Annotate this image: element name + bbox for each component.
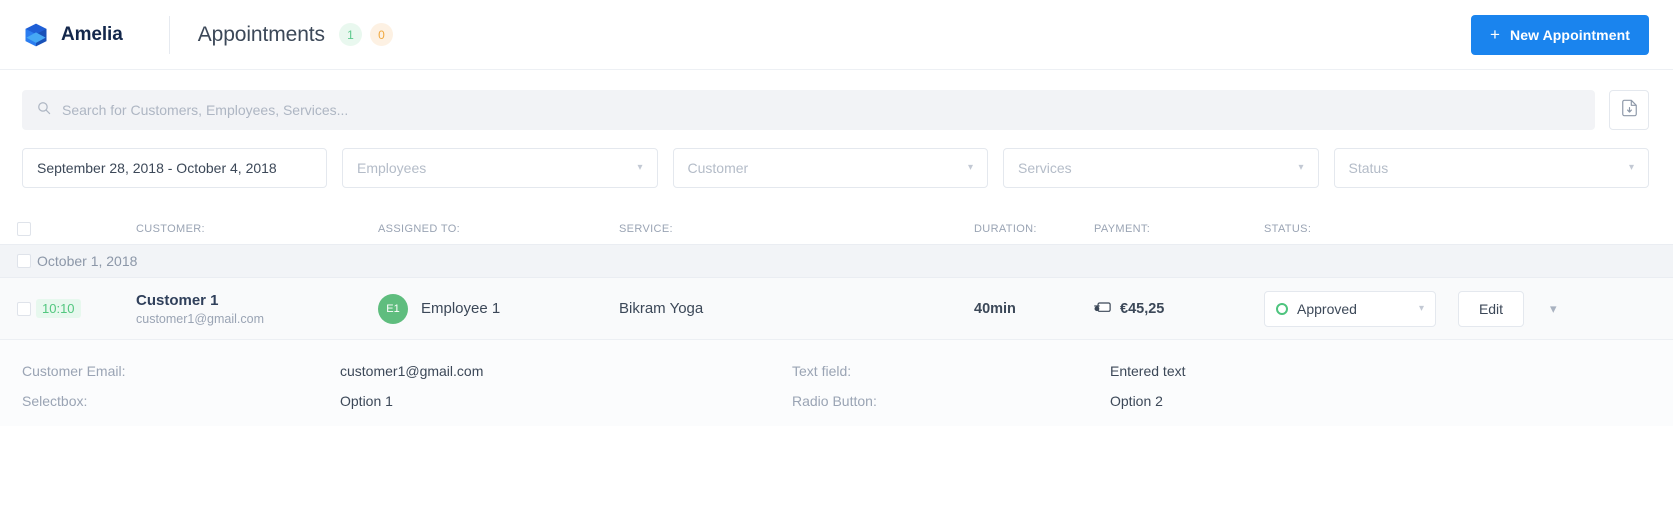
badge-approved-count: 1: [338, 23, 362, 46]
select-all-cell: [0, 222, 36, 236]
header-status: STATUS:: [1264, 223, 1312, 235]
table-header-row: CUSTOMER: ASSIGNED TO: SERVICE: DURATION…: [0, 214, 1673, 244]
filter-status[interactable]: Status ▾: [1333, 148, 1649, 188]
page-title: Appointments: [197, 22, 325, 46]
customer-name: Customer 1: [136, 291, 219, 309]
filter-employees[interactable]: Employees ▾: [342, 148, 658, 188]
row-time-cell: 10:10: [36, 299, 136, 318]
status-dropdown[interactable]: Approved ▾: [1264, 290, 1436, 327]
header-duration: DURATION:: [974, 223, 1037, 235]
header-service: SERVICE:: [619, 223, 673, 235]
text-field-value: Entered text: [1110, 363, 1186, 379]
row-collapse-chevron-down-icon[interactable]: ▾: [1550, 302, 1557, 315]
date-group-row: October 1, 2018: [0, 244, 1673, 278]
filter-date-range-value: September 28, 2018 - October 4, 2018: [37, 160, 277, 176]
duration-value: 40min: [974, 300, 1016, 317]
customer-email-value: customer1@gmail.com: [340, 363, 484, 379]
filter-row: September 28, 2018 - October 4, 2018 Emp…: [0, 130, 1673, 188]
table-row[interactable]: 10:10 Customer 1 customer1@gmail.com E1 …: [0, 278, 1673, 340]
filter-employees-value: Employees: [357, 160, 427, 176]
selectbox-label: Selectbox:: [22, 393, 88, 409]
filter-customer-value: Customer: [687, 160, 749, 176]
row-select-cell: [0, 301, 36, 316]
new-appointment-button[interactable]: + New Appointment: [1470, 14, 1649, 55]
row-status-cell: Approved ▾ Edit ▾: [1264, 290, 1649, 327]
export-file-icon: [1621, 99, 1638, 122]
export-button[interactable]: [1609, 90, 1649, 130]
text-field-label: Text field:: [792, 363, 852, 379]
selectbox-value: Option 1: [340, 393, 393, 409]
detail-row-2: Selectbox: Option 1 Radio Button: Option…: [22, 386, 1649, 416]
customer-email-label: Customer Email:: [22, 363, 126, 379]
header-payment: PAYMENT:: [1094, 223, 1151, 235]
plus-icon: +: [1489, 25, 1501, 44]
appointments-table: CUSTOMER: ASSIGNED TO: SERVICE: DURATION…: [0, 214, 1673, 426]
search-row: [0, 70, 1673, 130]
status-badge: Approved: [1297, 300, 1357, 317]
amelia-cube-logo-icon: [22, 21, 50, 49]
row-duration-cell: 40min: [974, 300, 1094, 318]
app-header: Amelia Appointments 1 0 + New Appointmen…: [0, 0, 1673, 70]
row-details-panel: Customer Email: customer1@gmail.com Text…: [0, 340, 1673, 426]
brand-name: Amelia: [61, 23, 123, 45]
header-assigned-to: ASSIGNED TO:: [378, 223, 461, 235]
row-select-checkbox[interactable]: [17, 301, 31, 316]
row-payment-cell: €45,25: [1094, 300, 1264, 318]
row-customer-cell: Customer 1 customer1@gmail.com: [136, 291, 378, 327]
filter-customer[interactable]: Customer ▾: [672, 148, 988, 188]
payment-card-icon: [1094, 300, 1111, 318]
filter-services-value: Services: [1018, 160, 1072, 176]
row-assigned-cell: E1 Employee 1: [378, 293, 619, 324]
customer-email: customer1@gmail.com: [136, 312, 265, 327]
detail-row-1: Customer Email: customer1@gmail.com Text…: [22, 356, 1649, 386]
count-badges: 1 0: [338, 23, 393, 46]
header-customer: CUSTOMER:: [136, 223, 205, 235]
badge-pending-count: 0: [369, 23, 393, 46]
avatar: E1: [378, 293, 408, 324]
brand: Amelia: [22, 21, 123, 49]
chevron-down-icon: ▾: [967, 162, 973, 173]
radio-button-label: Radio Button:: [792, 393, 877, 409]
row-service-cell: Bikram Yoga: [619, 300, 974, 318]
filter-services[interactable]: Services ▾: [1003, 148, 1319, 188]
group-select-checkbox[interactable]: [17, 254, 31, 268]
payment-amount: €45,25: [1120, 300, 1165, 317]
status-indicator-icon: [1276, 302, 1288, 315]
chevron-down-icon: ▾: [1298, 162, 1304, 173]
select-all-checkbox[interactable]: [17, 222, 31, 236]
service-name: Bikram Yoga: [619, 299, 704, 317]
search-box[interactable]: [22, 90, 1595, 130]
employee-name: Employee 1: [421, 300, 501, 317]
search-input[interactable]: [62, 102, 1580, 118]
search-icon: [37, 101, 51, 120]
radio-button-value: Option 2: [1110, 393, 1163, 409]
group-select-cell: [0, 254, 36, 268]
chevron-down-icon: ▾: [1628, 162, 1634, 173]
header-divider: [168, 15, 170, 54]
appointment-time-badge: 10:10: [36, 299, 81, 318]
filter-status-value: Status: [1348, 160, 1389, 176]
filter-date-range[interactable]: September 28, 2018 - October 4, 2018: [22, 148, 327, 188]
chevron-down-icon: ▾: [637, 162, 643, 173]
new-appointment-label: New Appointment: [1510, 26, 1630, 43]
edit-button[interactable]: Edit: [1458, 290, 1524, 327]
date-group-label: October 1, 2018: [37, 253, 138, 269]
chevron-down-icon: ▾: [1418, 302, 1424, 314]
